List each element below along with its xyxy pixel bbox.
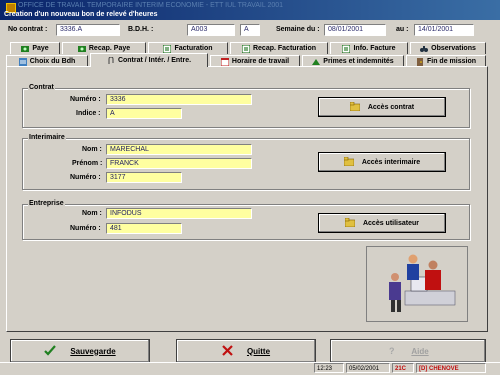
close-icon	[222, 344, 233, 358]
folder-icon	[344, 217, 356, 229]
contrat-indice-label: Indice :	[76, 110, 101, 117]
contrat-number-label: No contrat :	[8, 26, 48, 33]
contrat-indice-field[interactable]: A	[106, 108, 182, 119]
tab-contrat-inter-entre[interactable]: Contrat / Intér. / Entre.	[90, 53, 208, 67]
entreprise-nom-label: Nom :	[82, 210, 102, 217]
semaine-label: Semaine du :	[276, 26, 320, 33]
tab-choix-bdh-label: Choix du Bdh	[29, 58, 76, 65]
tab-horaire-label: Horaire de travail	[231, 58, 290, 65]
au-label: au :	[396, 26, 409, 33]
status-date: 05/02/2001	[346, 363, 390, 373]
quit-button[interactable]: Quitte	[176, 339, 316, 363]
door-icon	[416, 57, 424, 66]
entreprise-group-title: Entreprise	[28, 200, 65, 207]
invoice-icon	[241, 44, 251, 53]
contrat-number-field[interactable]: 3336.A	[56, 24, 120, 36]
tab-recap-facturation-label: Recap. Facturation	[252, 45, 316, 52]
interimaire-prenom-field[interactable]: FRANCK	[106, 158, 252, 169]
list-icon	[18, 57, 27, 66]
status-time: 12:23	[314, 363, 344, 373]
acces-contrat-button[interactable]: Accès contrat	[318, 97, 446, 117]
triangle-icon	[312, 58, 321, 66]
paperclip-icon	[107, 55, 115, 65]
svg-text:?: ?	[389, 346, 395, 356]
status-site: [D] CHENOVE	[416, 363, 486, 373]
interimaire-numero-label: Numéro :	[70, 174, 101, 181]
save-button[interactable]: Sauvegarde	[10, 339, 150, 363]
acces-utilisateur-label: Accès utilisateur	[362, 219, 420, 227]
tab-facturation-label: Facturation	[174, 45, 213, 52]
interimaire-nom-field[interactable]: MARECHAL	[106, 144, 252, 155]
checkmark-icon	[44, 344, 57, 358]
contrat-group-title: Contrat	[28, 84, 55, 91]
entreprise-numero-field[interactable]: 481	[106, 223, 182, 234]
interimaire-prenom-label: Prénom :	[72, 160, 103, 167]
help-icon: ?	[387, 345, 397, 358]
semaine-from-field[interactable]: 08/01/2001	[324, 24, 386, 36]
tab-fin-mission-label: Fin de mission	[426, 58, 476, 65]
tab-primes-label: Primes et indemnités	[323, 58, 394, 65]
invoice-icon	[162, 44, 172, 53]
status-code: 21C	[392, 363, 414, 373]
tab-observations[interactable]: Observations	[410, 42, 486, 54]
background-window-title: OFFICE DE TRAVAIL TEMPORAIRE INTERIM ECO…	[18, 2, 284, 9]
money-icon	[21, 45, 30, 53]
office-illustration	[366, 246, 468, 322]
tab-paye[interactable]: Paye	[10, 42, 60, 54]
money-icon	[77, 45, 86, 53]
tab-recap-facturation[interactable]: Recap. Facturation	[230, 42, 328, 54]
invoice-icon	[341, 44, 351, 53]
folder-icon	[349, 101, 361, 113]
interimaire-nom-label: Nom :	[82, 146, 102, 153]
entreprise-numero-label: Numéro :	[70, 225, 101, 232]
contrat-numero-field[interactable]: 3336	[106, 94, 252, 105]
tab-paye-label: Paye	[32, 45, 49, 52]
quit-label: Quitte	[246, 346, 271, 356]
bdh-label: B.D.H. :	[128, 26, 154, 33]
contrat-numero-label: Numéro :	[70, 96, 101, 103]
help-label: Aide	[411, 346, 429, 356]
binoculars-icon	[420, 45, 429, 53]
help-button[interactable]: ? Aide	[330, 339, 486, 363]
folder-icon	[343, 156, 355, 168]
save-label: Sauvegarde	[70, 346, 116, 356]
tab-recap-paye-label: Recap. Paye	[88, 45, 131, 52]
tab-observations-label: Observations	[431, 45, 476, 52]
entreprise-nom-field[interactable]: INFODUS	[106, 208, 252, 219]
acces-utilisateur-button[interactable]: Accès utilisateur	[318, 213, 446, 233]
bdh-suffix-field[interactable]: A	[240, 24, 260, 36]
window-title: Creation d'un nouveau bon de relevé d'he…	[4, 11, 158, 18]
interimaire-group-title: Interimaire	[28, 134, 66, 141]
tab-info-facture-label: Info. Facture	[353, 45, 396, 52]
semaine-to-field[interactable]: 14/01/2001	[414, 24, 474, 36]
acces-interimaire-label: Accès interimaire	[361, 158, 421, 166]
acces-contrat-label: Accès contrat	[367, 103, 415, 111]
tab-contrat-inter-entre-label: Contrat / Intér. / Entre.	[117, 57, 192, 64]
interimaire-numero-field[interactable]: 3177	[106, 172, 182, 183]
tab-info-facture[interactable]: Info. Facture	[330, 42, 408, 54]
calendar-icon	[220, 57, 230, 66]
bdh-field[interactable]: A003	[187, 24, 235, 36]
acces-interimaire-button[interactable]: Accès interimaire	[318, 152, 446, 172]
